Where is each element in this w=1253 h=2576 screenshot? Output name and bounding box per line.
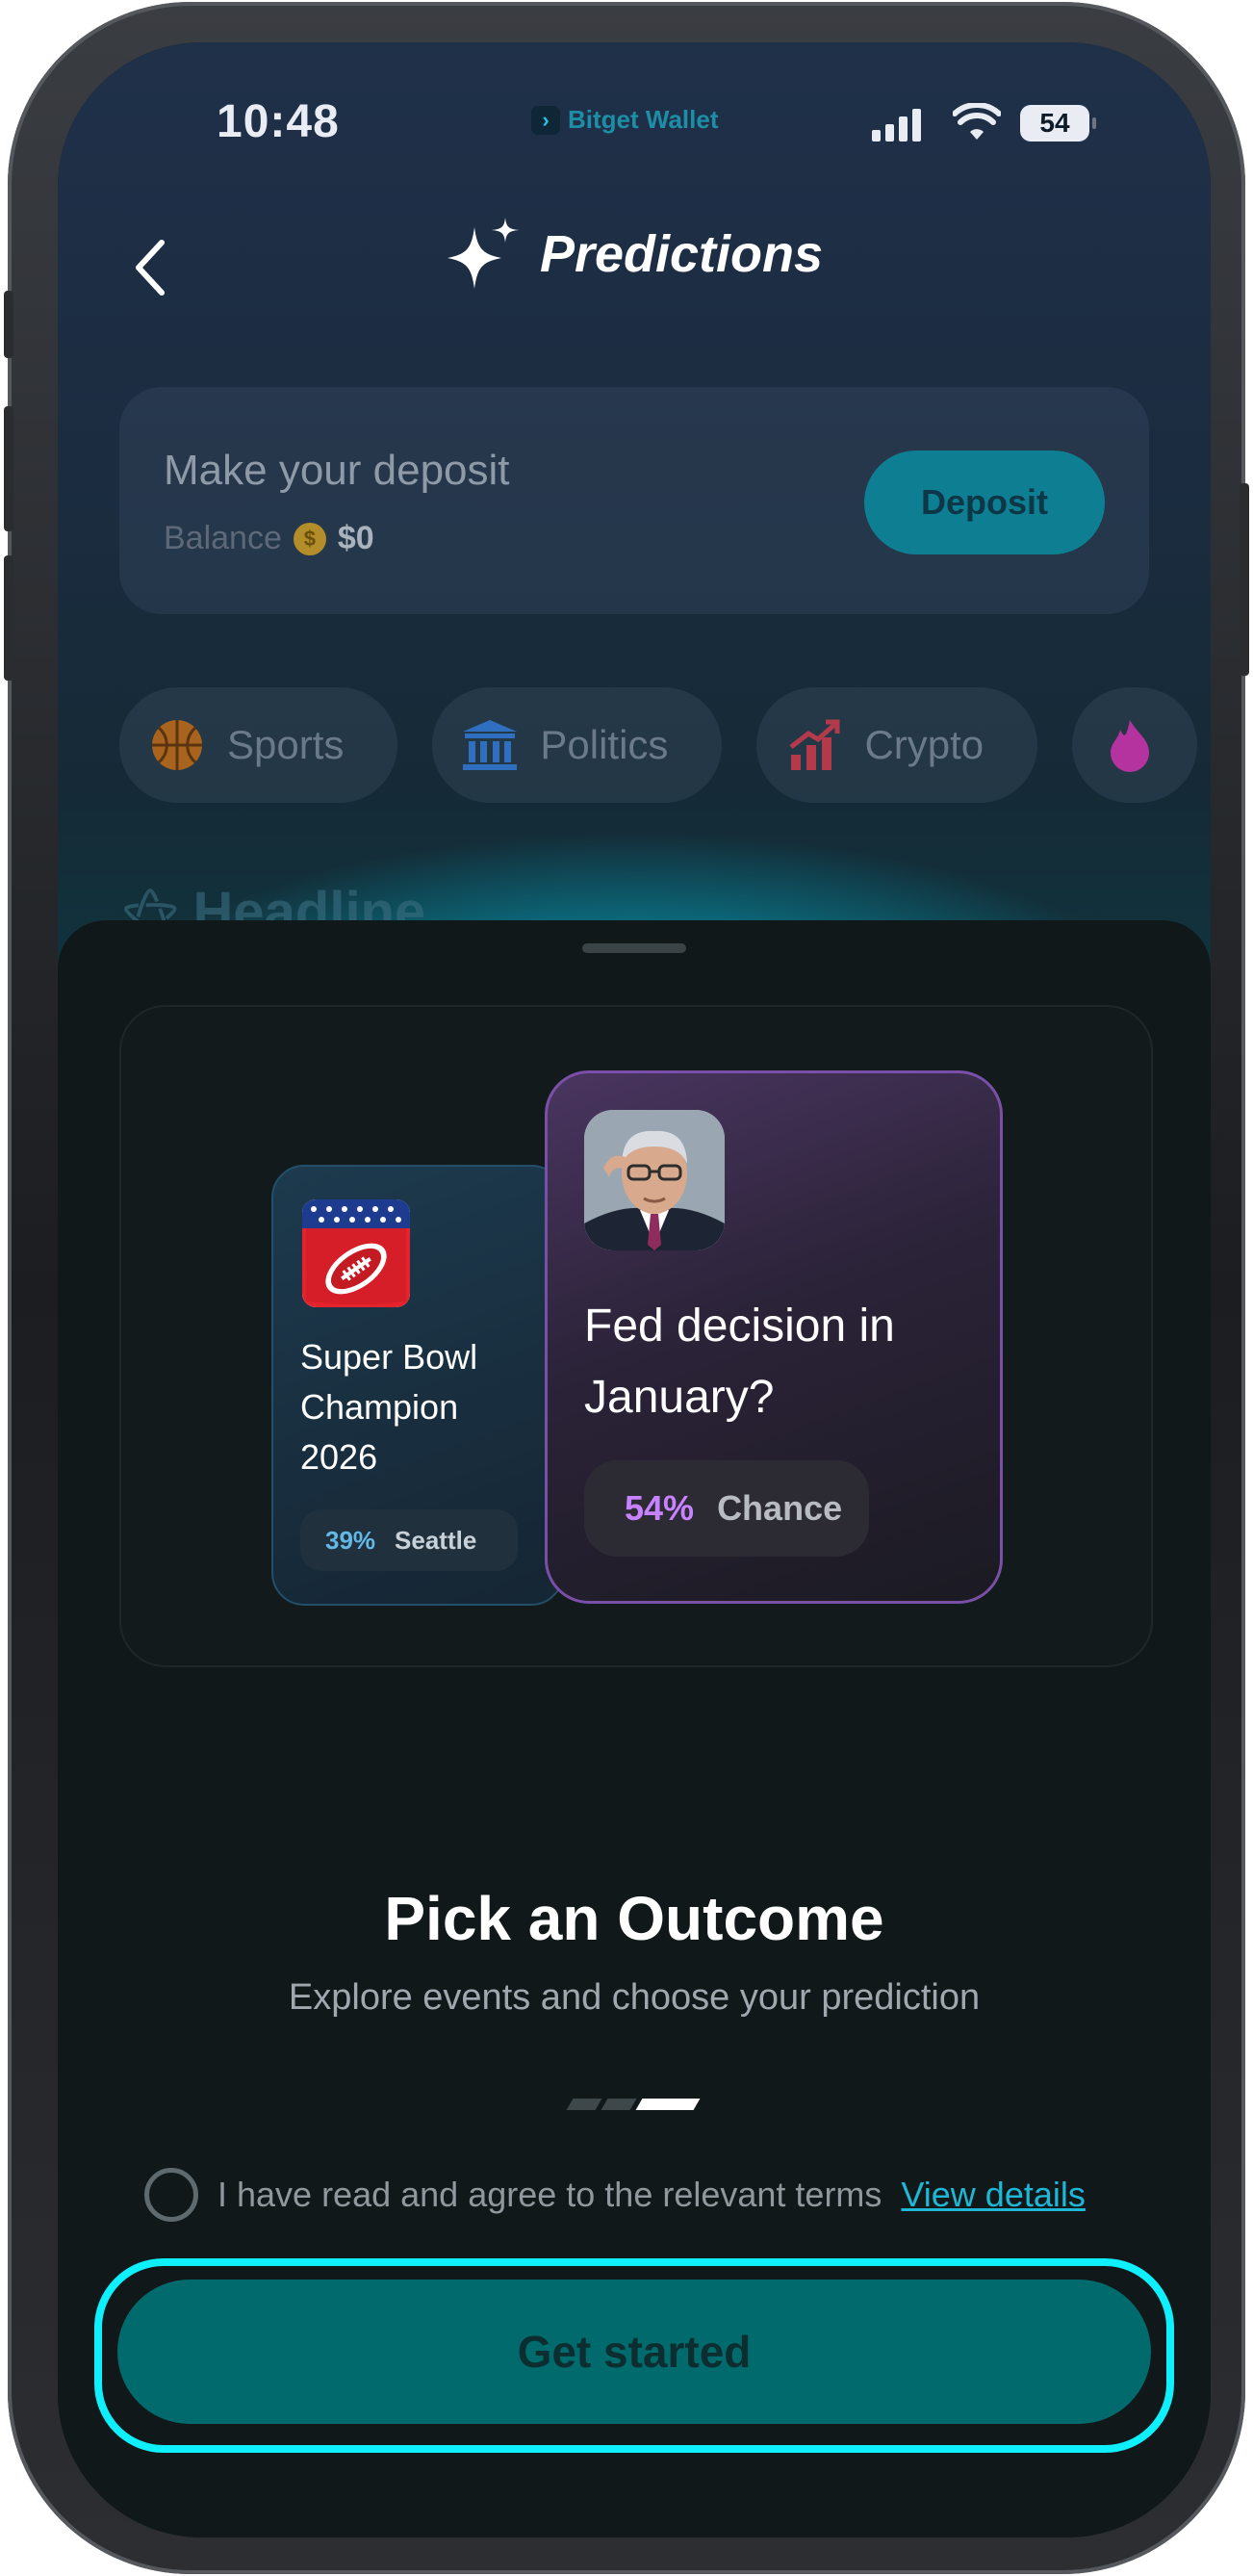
page-header: Predictions [58, 216, 1211, 293]
person-photo [584, 1110, 725, 1250]
carrier-label: › Bitget Wallet [531, 105, 718, 135]
tab-politics[interactable]: Politics [432, 687, 723, 803]
balance-value: $0 [337, 520, 374, 556]
signal-icon [872, 109, 921, 142]
illustration-panel: Super Bowl Champion 2026 39% Seattle Fed… [119, 1005, 1153, 1667]
market-title: Fed decision in January? [584, 1301, 895, 1423]
onboarding-sheet: Super Bowl Champion 2026 39% Seattle Fed… [58, 920, 1211, 2537]
market-card-superbowl: Super Bowl Champion 2026 39% Seattle [271, 1165, 564, 1606]
odds-pill: 54% Chance [584, 1460, 869, 1557]
flame-icon [1101, 716, 1159, 774]
market-card-fed: Fed decision in January? 54% Chance [545, 1070, 1003, 1604]
tab-label: Politics [540, 722, 669, 767]
onboarding-heading: Pick an Outcome [384, 1884, 884, 1953]
odds-outcome: Chance [717, 1488, 843, 1528]
page-title: Predictions [539, 225, 824, 283]
battery-icon: 54 [1020, 105, 1096, 142]
deposit-card: Make your deposit Balance $ $0 Deposit [119, 387, 1149, 614]
step-dot-active [635, 2099, 701, 2110]
sheet-handle[interactable] [582, 943, 686, 953]
balance-row: Balance $ $0 [164, 520, 374, 557]
mute-switch [4, 291, 13, 358]
odds-percent: 39% [325, 1525, 376, 1555]
battery-level: 54 [1039, 108, 1070, 138]
odds-outcome: Seattle [395, 1525, 477, 1555]
onboarding-subheading: Explore events and choose your predictio… [288, 1977, 981, 2018]
sparkle-icon [447, 218, 519, 289]
carrier-name: Bitget Wallet [568, 105, 719, 134]
view-details-link[interactable]: View details [901, 2175, 1085, 2215]
get-started-button[interactable]: Get started [117, 2280, 1151, 2424]
power-button [1240, 483, 1249, 676]
step-dot [601, 2099, 637, 2110]
app-screen: 10:48 › Bitget Wallet 54 Predictions Mak… [58, 42, 1211, 2537]
tab-sports[interactable]: Sports [119, 687, 398, 803]
wifi-icon [952, 102, 1002, 146]
chart-up-icon [785, 716, 843, 774]
tab-label: Crypto [864, 722, 984, 767]
government-building-icon [461, 716, 519, 774]
tab-label: Sports [227, 722, 345, 767]
basketball-icon [148, 716, 206, 774]
terms-text: I have read and agree to the relevant te… [217, 2175, 882, 2214]
coin-icon: $ [293, 522, 326, 555]
volume-down-button [4, 555, 13, 681]
volume-up-button [4, 406, 13, 531]
football-icon [302, 1199, 410, 1307]
terms-row: I have read and agree to the relevant te… [144, 2168, 1086, 2222]
phone-frame: 10:48 › Bitget Wallet 54 Predictions Mak… [4, 2, 1249, 2574]
step-dot [566, 2099, 602, 2110]
odds-pill: 39% Seattle [300, 1509, 518, 1571]
status-time: 10:48 [217, 96, 340, 147]
odds-percent: 54% [625, 1488, 695, 1528]
step-indicator [566, 2099, 701, 2110]
terms-checkbox[interactable] [144, 2168, 198, 2222]
deposit-button[interactable]: Deposit [864, 451, 1105, 554]
balance-label: Balance [164, 520, 282, 556]
category-tabs: Sports Politics Crypto [119, 687, 1198, 803]
tab-trending[interactable] [1072, 687, 1198, 803]
market-title: Super Bowl Champion 2026 [300, 1337, 478, 1477]
status-bar: 10:48 › Bitget Wallet 54 [58, 95, 1211, 172]
tab-crypto[interactable]: Crypto [756, 687, 1038, 803]
deposit-title: Make your deposit [164, 447, 510, 494]
bitget-logo-icon: › [531, 105, 560, 135]
